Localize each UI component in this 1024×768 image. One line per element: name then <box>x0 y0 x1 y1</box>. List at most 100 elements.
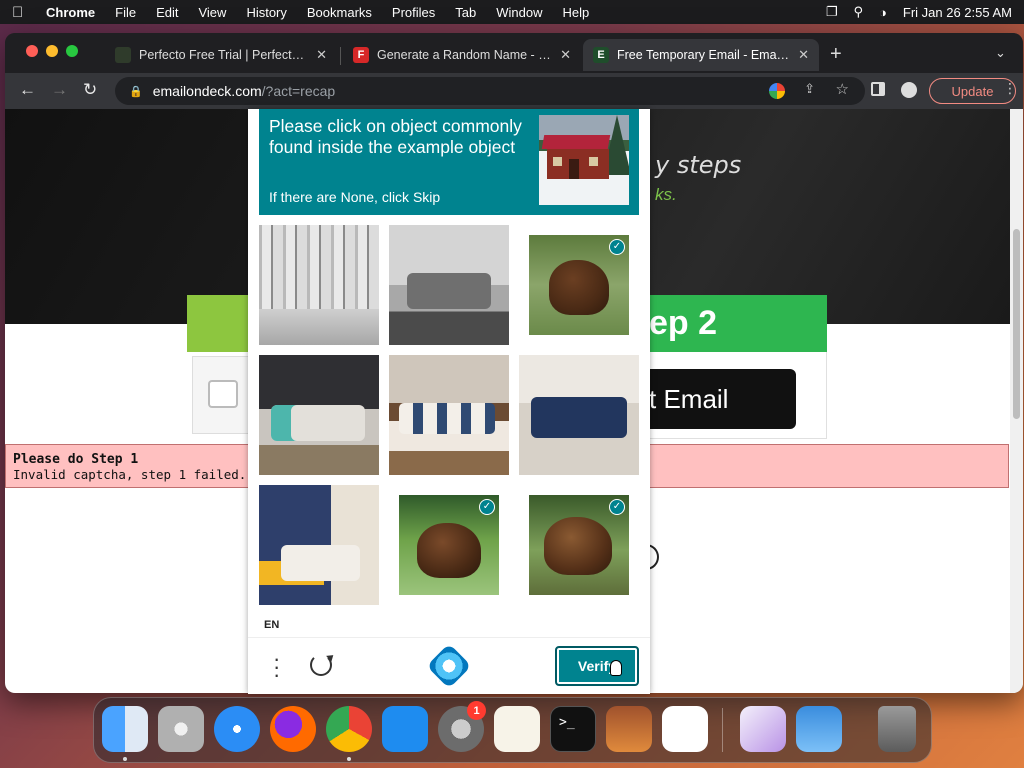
textedit-icon[interactable] <box>494 706 540 752</box>
menu-app-name[interactable]: Chrome <box>46 5 95 20</box>
menu-edit[interactable]: Edit <box>156 5 178 20</box>
menu-tab[interactable]: Tab <box>455 5 476 20</box>
captcha-cell-bear[interactable]: ✓ <box>529 235 629 335</box>
menu-history[interactable]: History <box>246 5 286 20</box>
menu-view[interactable]: View <box>198 5 226 20</box>
tab-title: Perfecto Free Trial | Perfecto by <box>139 48 309 62</box>
forward-arrow-icon[interactable]: → <box>51 80 68 100</box>
menu-help[interactable]: Help <box>563 5 590 20</box>
lock-icon[interactable]: 🔒 <box>129 85 143 98</box>
captcha-checkbox[interactable] <box>208 380 238 408</box>
menu-bookmarks[interactable]: Bookmarks <box>307 5 372 20</box>
launchpad-icon[interactable] <box>158 706 204 752</box>
profile-avatar-icon[interactable] <box>901 82 917 98</box>
window-zoom-button[interactable] <box>66 45 78 57</box>
spotlight-search-icon[interactable]: ⚲ <box>853 4 863 20</box>
gray-sofa-image <box>389 225 509 345</box>
app-store-icon[interactable] <box>382 706 428 752</box>
apple-icon[interactable]:  <box>12 4 32 21</box>
forest-image <box>259 225 379 345</box>
chrome-menu-icon[interactable]: ⋮ <box>1003 80 1017 97</box>
url-path: /?act=recap <box>261 83 336 99</box>
tab-close-icon[interactable]: ✕ <box>560 47 571 63</box>
garageband-icon[interactable] <box>606 706 652 752</box>
trash-icon[interactable] <box>878 706 916 752</box>
hcaptcha-logo-icon[interactable] <box>426 643 472 689</box>
reload-icon[interactable]: ↻ <box>83 80 97 100</box>
hero-heading: y steps <box>655 151 742 179</box>
house-door <box>569 159 579 179</box>
window-close-button[interactable] <box>26 45 38 57</box>
tab-search-chevron-icon[interactable]: ⌄ <box>995 45 1006 61</box>
finder-icon[interactable] <box>102 706 148 752</box>
share-icon[interactable]: ⇪ <box>804 81 815 97</box>
settings-notification-badge: 1 <box>467 701 486 720</box>
tab-close-icon[interactable]: ✕ <box>798 47 809 63</box>
captcha-cell-blue-wall-room[interactable] <box>259 485 379 605</box>
tab-random-name[interactable]: F Generate a Random Name - Ra ✕ <box>343 39 581 71</box>
error-message: Invalid captcha, step 1 failed. <box>13 467 247 482</box>
dock-divider <box>722 708 723 752</box>
macos-menu-bar:  Chrome File Edit View History Bookmark… <box>0 0 1024 24</box>
tab-close-icon[interactable]: ✕ <box>316 47 327 63</box>
chrome-icon[interactable] <box>326 706 372 752</box>
macos-dock: >_ <box>93 697 932 763</box>
captcha-footer-divider <box>248 637 650 638</box>
captcha-prompt: Please click on object commonly found in… <box>269 116 522 157</box>
weather-icon[interactable] <box>796 706 842 752</box>
tab-emailondeck[interactable]: E Free Temporary Email - EmailO ✕ <box>583 39 819 71</box>
language-selector[interactable]: EN <box>264 619 279 631</box>
google-lens-icon[interactable] <box>769 83 785 99</box>
more-options-icon[interactable]: · · · <box>273 648 280 686</box>
captcha-challenge: Please click on object commonly found in… <box>248 109 650 694</box>
hero-subheading: ks. <box>655 185 677 204</box>
bookmark-star-icon[interactable]: ☆ <box>836 80 849 98</box>
house-window <box>589 157 598 166</box>
step1-banner <box>187 295 257 352</box>
menu-profiles[interactable]: Profiles <box>392 5 435 20</box>
vscode-icon[interactable] <box>662 706 708 752</box>
captcha-cell-gray-sofa[interactable] <box>389 225 509 345</box>
tab-separator <box>340 47 341 65</box>
menu-clock[interactable]: Fri Jan 26 2:55 AM <box>903 5 1012 20</box>
tab-title: Generate a Random Name - Ra <box>377 48 553 62</box>
get-email-button[interactable]: t Email <box>649 369 796 429</box>
url-host: emailondeck.com <box>152 83 262 99</box>
refresh-challenge-icon[interactable] <box>310 654 332 676</box>
back-arrow-icon[interactable]: ← <box>19 80 36 100</box>
menu-window[interactable]: Window <box>496 5 542 20</box>
selected-check-icon: ✓ <box>479 499 495 515</box>
captcha-cell-living-room-brown[interactable] <box>389 355 509 475</box>
safari-icon[interactable] <box>214 706 260 752</box>
captcha-cell-bear-log[interactable]: ✓ <box>529 495 629 595</box>
hand-cursor-icon <box>610 660 622 676</box>
captcha-header: Please click on object commonly found in… <box>259 109 639 215</box>
captcha-hint: If there are None, click Skip <box>269 189 441 205</box>
house-window <box>553 157 562 166</box>
side-panel-icon[interactable] <box>871 82 885 96</box>
running-indicator <box>347 757 351 761</box>
captcha-cell-living-room-dark[interactable] <box>259 355 379 475</box>
tab-strip: Perfecto Free Trial | Perfecto by ✕ F Ge… <box>5 33 1023 73</box>
menu-file[interactable]: File <box>115 5 136 20</box>
firefox-icon[interactable] <box>270 706 316 752</box>
captcha-cell-forest[interactable] <box>259 225 379 345</box>
random-name-favicon-icon: F <box>353 47 369 63</box>
page-scrollbar-thumb[interactable] <box>1013 229 1020 419</box>
address-bar[interactable]: 🔒 emailondeck.com /?act=recap ⇪ ☆ <box>115 77 865 105</box>
tab-title: Free Temporary Email - EmailO <box>617 48 791 62</box>
selected-check-icon: ✓ <box>609 499 625 515</box>
living-room-image <box>259 355 379 475</box>
perfecto-favicon-icon <box>115 47 131 63</box>
screen-mirroring-icon[interactable]: ❐ <box>826 4 838 20</box>
captcha-cell-bear-forest[interactable]: ✓ <box>399 495 499 595</box>
window-minimize-button[interactable] <box>46 45 58 57</box>
terminal-icon[interactable]: >_ <box>550 706 596 752</box>
control-center-icon[interactable]: ◑ <box>879 5 887 20</box>
new-tab-plus-icon[interactable]: + <box>830 43 842 66</box>
verify-button[interactable]: Verify <box>555 646 639 686</box>
visual-studio-icon[interactable] <box>740 706 786 752</box>
captcha-cell-blue-sofa[interactable] <box>519 355 639 475</box>
living-room-image <box>259 485 379 605</box>
tab-perfecto[interactable]: Perfecto Free Trial | Perfecto by ✕ <box>105 39 337 71</box>
